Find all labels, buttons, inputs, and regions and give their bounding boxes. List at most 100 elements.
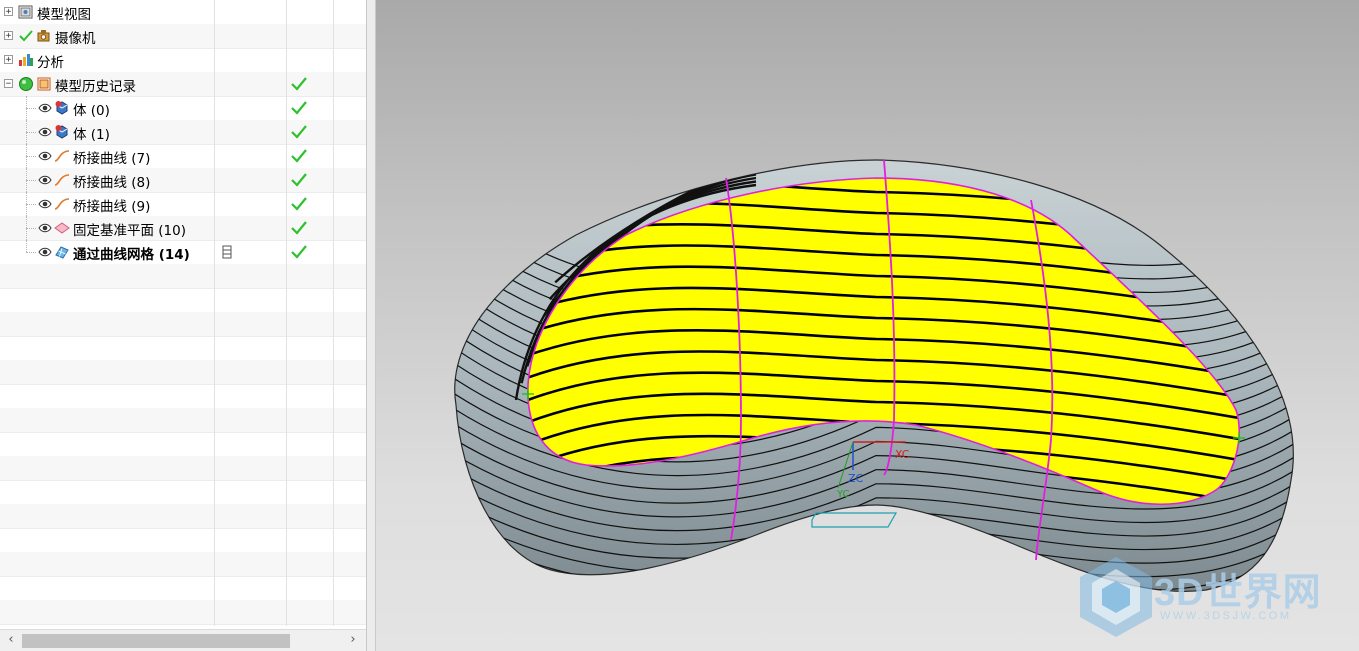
up-to-date-check-icon: [291, 197, 307, 211]
expand-icon[interactable]: +: [4, 31, 13, 41]
up-to-date-check-icon: [291, 125, 307, 139]
model-history-icon: [37, 77, 51, 91]
bridge-curve-icon: [54, 198, 70, 210]
navigator-row[interactable]: 桥接曲线 (8): [0, 168, 366, 193]
navigator-item-label: 桥接曲线 (7): [73, 151, 151, 167]
scroll-right-arrow-icon[interactable]: ›: [345, 632, 361, 648]
tree-connector: [26, 252, 36, 253]
navigator-empty-row: [0, 288, 366, 313]
tree-connector: [26, 228, 36, 229]
navigator-item-label: 体 (1): [73, 127, 110, 143]
navigator-empty-row: [0, 432, 366, 457]
navigator-item-label: 模型视图: [37, 7, 91, 23]
navigator-empty-row: [0, 528, 366, 553]
visibility-eye-icon[interactable]: [38, 102, 52, 114]
site-watermark: 3D世界网 WWW.3DSJW.COM: [1076, 555, 1356, 645]
navigator-row[interactable]: + 模型视图: [0, 0, 366, 25]
watermark-title: 3D世界网: [1154, 572, 1322, 614]
up-to-date-check-icon: [291, 173, 307, 187]
navigator-empty-row: [0, 360, 366, 385]
tree-connector: [26, 204, 36, 205]
navigator-row[interactable]: 体 (0): [0, 96, 366, 121]
column-divider: [333, 0, 334, 626]
tree-connector: [26, 156, 36, 157]
up-to-date-check-icon: [291, 77, 307, 91]
navigator-empty-row: [0, 480, 366, 505]
tree-connector: [26, 108, 36, 109]
expand-icon[interactable]: +: [4, 7, 13, 17]
navigator-row[interactable]: 桥接曲线 (9): [0, 192, 366, 217]
navigator-item-label: 体 (0): [73, 103, 110, 119]
graphics-viewport[interactable]: XC ZC YC 3D世界网 WWW.3DSJW.COM: [376, 0, 1359, 651]
navigator-empty-row: [0, 336, 366, 361]
navigator-row[interactable]: 桥接曲线 (7): [0, 144, 366, 169]
navigator-item-label: 通过曲线网格 (14): [73, 247, 190, 263]
navigator-row[interactable]: 固定基准平面 (10): [0, 216, 366, 241]
navigator-row[interactable]: + 摄像机: [0, 24, 366, 49]
navigator-empty-row: [0, 504, 366, 529]
scroll-left-arrow-icon[interactable]: ‹: [3, 632, 19, 648]
analysis-icon: [19, 54, 33, 66]
expand-icon[interactable]: +: [4, 55, 13, 65]
navigator-item-label: 桥接曲线 (9): [73, 199, 151, 215]
collapse-icon[interactable]: −: [4, 79, 13, 89]
camera-icon: [37, 30, 50, 42]
bridge-curve-icon: [54, 150, 70, 162]
navigator-row[interactable]: 通过曲线网格 (14): [0, 240, 366, 265]
camera-check-icon: [19, 30, 33, 42]
xc-axis-label: XC: [895, 448, 910, 461]
up-to-date-check-icon: [291, 245, 307, 259]
navigator-item-label: 摄像机: [55, 31, 96, 47]
navigator-row[interactable]: − 模型历史记录: [0, 72, 366, 97]
up-to-date-check-icon: [291, 101, 307, 115]
navigator-empty-row: [0, 456, 366, 481]
navigator-item-label: 固定基准平面 (10): [73, 223, 187, 239]
tree-connector: [26, 168, 27, 192]
navigator-item-label: 桥接曲线 (8): [73, 175, 151, 191]
up-to-date-check-icon: [291, 149, 307, 163]
bridge-curve-icon: [54, 174, 70, 186]
visibility-eye-icon[interactable]: [38, 174, 52, 186]
navigator-item-label: 分析: [37, 55, 64, 71]
visibility-eye-icon[interactable]: [38, 150, 52, 162]
navigator-empty-row: [0, 600, 366, 625]
visibility-eye-icon[interactable]: [38, 222, 52, 234]
status-green-dot-icon: [19, 77, 33, 91]
navigator-row[interactable]: + 分析: [0, 48, 366, 73]
body-feature-icon: [55, 101, 68, 115]
body-feature-icon: [55, 125, 68, 139]
visibility-eye-icon[interactable]: [38, 246, 52, 258]
visibility-eye-icon[interactable]: [38, 126, 52, 138]
tree-connector: [26, 96, 27, 120]
navigator-empty-row: [0, 312, 366, 337]
navigator-empty-row: [0, 552, 366, 577]
tree-connector: [26, 120, 27, 144]
watermark-cube-icon: [1080, 557, 1152, 637]
scrollbar-thumb[interactable]: [22, 634, 290, 648]
column-divider: [286, 0, 287, 626]
column-divider: [214, 0, 215, 626]
navigator-empty-row: [0, 408, 366, 433]
feature-status-icon: [222, 245, 232, 259]
datum-plane-icon: [54, 222, 70, 234]
up-to-date-check-icon: [291, 221, 307, 235]
navigator-empty-row: [0, 576, 366, 601]
tree-connector: [26, 144, 27, 168]
model-views-icon: [18, 5, 33, 19]
navigator-item-label: 模型历史记录: [55, 79, 136, 95]
watermark-url: WWW.3DSJW.COM: [1160, 610, 1292, 622]
visibility-eye-icon[interactable]: [38, 198, 52, 210]
tree-connector: [26, 132, 36, 133]
curve-mesh-icon: [55, 246, 69, 259]
tree-connector: [26, 180, 36, 181]
model-canvas[interactable]: XC ZC YC: [376, 0, 1359, 651]
part-navigator: + 模型视图 + 摄像机 + 分析 − 模型历史记录体 (0) 体 (1) 桥接曲线 (7) 桥接曲…: [0, 0, 367, 651]
tree-connector: [26, 240, 27, 252]
navigator-row[interactable]: 体 (1): [0, 120, 366, 145]
tree-connector: [26, 192, 27, 216]
navigator-empty-row: [0, 384, 366, 409]
horizontal-scrollbar[interactable]: ‹ ›: [0, 629, 366, 651]
pane-splitter[interactable]: [367, 0, 376, 651]
zc-axis-label: ZC: [848, 472, 864, 485]
navigator-empty-row: [0, 264, 366, 289]
